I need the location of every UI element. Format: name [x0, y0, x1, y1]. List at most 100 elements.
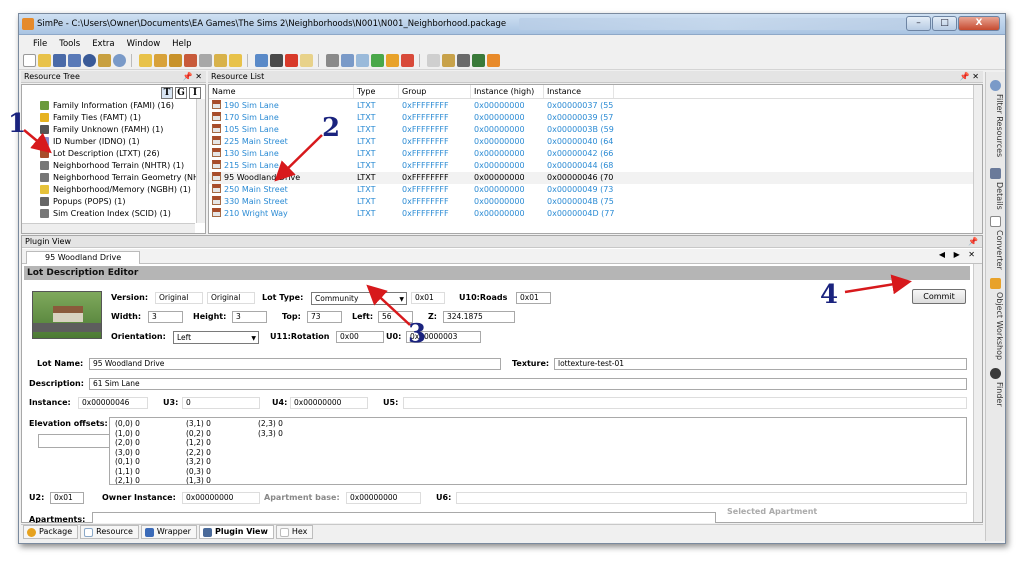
pin-close-icons[interactable]: 📌 ✕ [960, 71, 979, 83]
table-row[interactable]: 330 Main Street LTXT 0xFFFFFFFF 0x00000000 0… [209, 196, 973, 208]
people-icon[interactable] [472, 53, 485, 67]
column-instance-high[interactable]: Instance (high) [471, 85, 544, 98]
document-icon[interactable] [341, 53, 354, 67]
table-row[interactable]: 130 Sim Lane LTXT 0xFFFFFFFF 0x00000000 0x00… [209, 148, 973, 160]
lot-type-hex-field[interactable]: 0x01 [411, 292, 445, 304]
new-file-icon[interactable] [23, 53, 36, 67]
u10-roads-field[interactable]: 0x01 [516, 292, 551, 304]
close-button[interactable]: X [958, 16, 1000, 31]
tab-resource[interactable]: Resource [80, 525, 139, 539]
description-field[interactable]: 61 Sim Lane [89, 378, 967, 390]
tab-filter-resources[interactable]: Filter Resources [988, 80, 1004, 160]
folder-2-icon[interactable] [154, 53, 167, 67]
tree-item[interactable]: Neighborhood/Memory (NGBH) (1) [40, 183, 191, 195]
apartments-list[interactable] [92, 512, 716, 523]
star-icon[interactable] [386, 53, 399, 67]
eraser-icon[interactable] [300, 53, 313, 67]
folder-3-icon[interactable] [214, 53, 227, 67]
elevation-input[interactable] [38, 434, 110, 448]
table-row[interactable]: 95 Woodland Drive LTXT 0xFFFFFFFF 0x0000000… [209, 172, 973, 184]
chat-icon[interactable] [356, 53, 369, 67]
folder-4-icon[interactable] [229, 53, 242, 67]
u3-field[interactable]: 0 [182, 397, 260, 409]
elevation-offsets-list[interactable]: (0,0) 0 (1,0) 0 (2,0) 0 (3,0) 0 (0,1) 0 (1,1)… [109, 417, 967, 485]
tab-package[interactable]: Package [23, 525, 79, 539]
z-field[interactable]: 324.1875 [443, 311, 515, 323]
tree-item[interactable]: Neighborhood Terrain (NHTR) (1) [40, 159, 184, 171]
table-row[interactable]: 215 Sim Lane LTXT 0xFFFFFFFF 0x00000000 0x00… [209, 160, 973, 172]
tree-item[interactable]: Neighborhood Terrain Geometry (NHT [40, 171, 204, 183]
tree-item[interactable]: Family Information (FAMI) (16) [40, 99, 174, 111]
menu-window[interactable]: Window [121, 39, 167, 49]
tree-horizontal-scrollbar[interactable] [22, 223, 195, 233]
u2-field[interactable]: 0x01 [50, 492, 84, 504]
tree-item[interactable]: Lot Description (LTXT) (26) [40, 147, 160, 159]
archive-icon[interactable] [184, 53, 197, 67]
tab-object-workshop[interactable]: Object Workshop [988, 278, 1004, 364]
column-name[interactable]: Name [209, 85, 354, 98]
view-i-button[interactable]: I [189, 87, 201, 99]
tree-item[interactable]: Family Ties (FAMT) (1) [40, 111, 141, 123]
table-row[interactable]: 210 Wright Way LTXT 0xFFFFFFFF 0x00000000 0x… [209, 208, 973, 220]
person-icon[interactable] [270, 53, 283, 67]
tab-navigation-icons[interactable]: ◀ ▶ ✕ [939, 250, 978, 259]
sim-walk-icon[interactable] [487, 53, 500, 67]
sims-icon[interactable] [98, 53, 111, 67]
pin-close-icons[interactable]: 📌 ✕ [183, 71, 202, 83]
view-t-button[interactable]: T [161, 87, 173, 99]
print-icon[interactable] [326, 53, 339, 67]
editor-vertical-scrollbar[interactable] [973, 264, 982, 522]
tree-vertical-scrollbar[interactable] [196, 99, 205, 223]
column-instance[interactable]: Instance [544, 85, 614, 98]
menu-tools[interactable]: Tools [53, 39, 86, 49]
resource-list[interactable]: Name Type Group Instance (high) Instance… [208, 84, 983, 234]
search-icon[interactable] [113, 53, 126, 67]
tree-item[interactable]: Sim Creation Index (SCID) (1) [40, 207, 171, 219]
tab-hex[interactable]: Hex [275, 525, 314, 539]
table-row[interactable]: 190 Sim Lane LTXT 0xFFFFFFFF 0x00000000 0x00… [209, 100, 973, 112]
table-row[interactable]: 250 Main Street LTXT 0xFFFFFFFF 0x00000000 0… [209, 184, 973, 196]
maximize-button[interactable]: □ [932, 16, 957, 31]
globe-icon[interactable] [83, 53, 96, 67]
folder-icon[interactable] [139, 53, 152, 67]
list-vertical-scrollbar[interactable] [973, 85, 982, 233]
menu-file[interactable]: File [27, 39, 53, 49]
list-icon[interactable] [199, 53, 212, 67]
top-field[interactable]: 73 [307, 311, 342, 323]
pin-icon[interactable]: 📌 [968, 236, 978, 248]
orientation-dropdown[interactable]: Left ▼ [173, 331, 259, 344]
tab-converter[interactable]: Converter [988, 216, 1004, 272]
save-icon[interactable] [53, 53, 66, 67]
tree-item[interactable]: Family Unknown (FAMH) (1) [40, 123, 163, 135]
u4-field[interactable]: 0x00000000 [290, 397, 368, 409]
u6-field[interactable] [456, 492, 967, 504]
film-icon[interactable] [457, 53, 470, 67]
height-field[interactable]: 3 [232, 311, 267, 323]
lock-icon[interactable] [442, 53, 455, 67]
save-as-icon[interactable] [68, 53, 81, 67]
u11-rotation-field[interactable]: 0x00 [336, 331, 384, 343]
grid-icon[interactable] [371, 53, 384, 67]
resource-tree[interactable]: T G I Family Information (FAMI) (16) Fami… [21, 84, 206, 234]
tab-details[interactable]: Details [988, 168, 1004, 210]
apartment-base-field[interactable]: 0x00000000 [346, 492, 421, 504]
refresh-icon[interactable] [255, 53, 268, 67]
tab-wrapper[interactable]: Wrapper [140, 525, 197, 539]
column-group[interactable]: Group [399, 85, 471, 98]
u5-field[interactable] [403, 397, 967, 409]
title-bar[interactable]: SimPe - C:\Users\Owner\Documents\EA Game… [19, 14, 1005, 35]
tab-finder[interactable]: Finder [988, 368, 1004, 414]
menu-extra[interactable]: Extra [86, 39, 120, 49]
cut-icon[interactable] [427, 53, 440, 67]
tab-95-woodland-drive[interactable]: 95 Woodland Drive [26, 251, 141, 264]
tab-plugin-view[interactable]: Plugin View [198, 525, 274, 539]
view-g-button[interactable]: G [175, 87, 187, 99]
lot-name-field[interactable]: 95 Woodland Drive [89, 358, 501, 370]
open-folder-icon[interactable] [38, 53, 51, 67]
tools-icon[interactable] [285, 53, 298, 67]
minimize-button[interactable]: – [906, 16, 931, 31]
column-type[interactable]: Type [354, 85, 399, 98]
menu-help[interactable]: Help [166, 39, 197, 49]
commit-button[interactable]: Commit [912, 289, 966, 304]
package-icon[interactable] [169, 53, 182, 67]
